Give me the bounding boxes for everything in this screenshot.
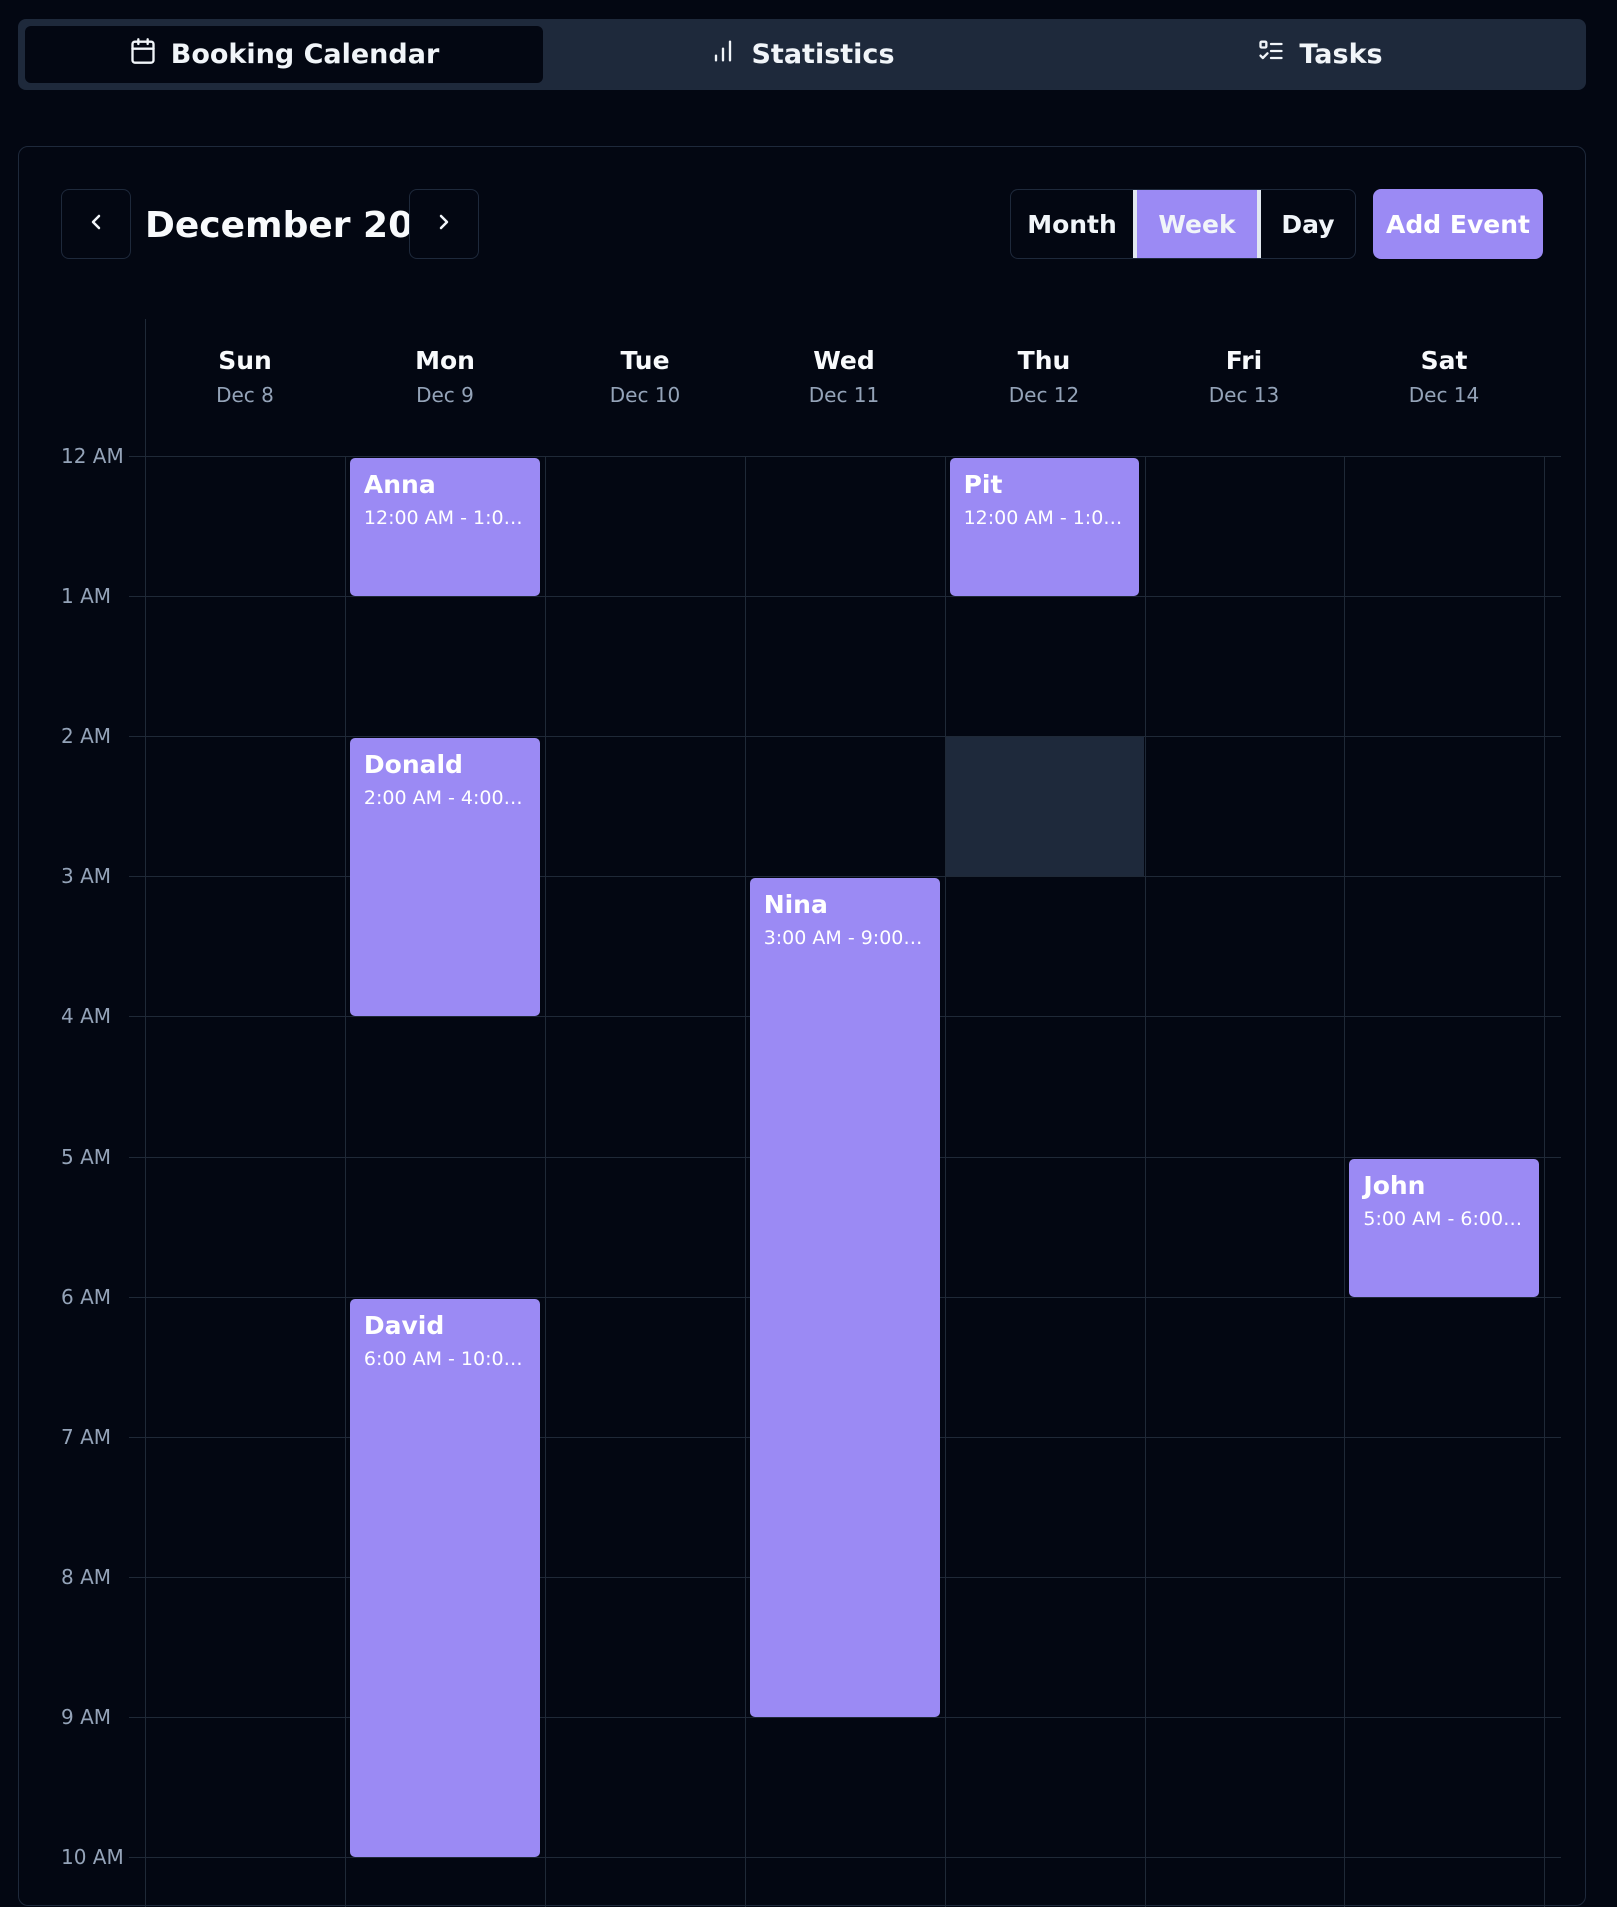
week-view-button[interactable]: Week bbox=[1137, 190, 1261, 258]
day-header-fri: Fri Dec 13 bbox=[1144, 346, 1344, 407]
event-card[interactable]: Pit 12:00 AM - 1:00... bbox=[949, 458, 1140, 597]
month-view-button[interactable]: Month bbox=[1011, 190, 1137, 258]
day-name: Tue bbox=[620, 346, 670, 375]
event-card[interactable]: Anna 12:00 AM - 1:00... bbox=[349, 458, 540, 597]
day-column-divider bbox=[544, 456, 546, 1907]
hour-tick bbox=[129, 1016, 145, 1018]
event-name: John bbox=[1363, 1170, 1426, 1200]
event-time: 12:00 AM - 1:00... bbox=[363, 507, 526, 529]
calendar-card: December 2024 Month Week Day Add Event S… bbox=[18, 146, 1586, 1907]
hour-tick bbox=[129, 1716, 145, 1718]
day-view-button[interactable]: Day bbox=[1261, 190, 1355, 258]
day-date: Dec 8 bbox=[216, 383, 274, 407]
day-date: Dec 10 bbox=[609, 383, 681, 407]
event-time: 3:00 AM - 9:00 ... bbox=[763, 927, 926, 950]
day-column-divider bbox=[744, 456, 746, 1907]
main-tabs: Booking Calendar Statistics Tasks bbox=[18, 19, 1586, 90]
day-date: Dec 11 bbox=[808, 383, 880, 407]
hour-line bbox=[145, 596, 1561, 598]
hour-tick bbox=[129, 736, 145, 738]
day-name: Sat bbox=[1420, 346, 1468, 375]
day-header-tue: Tue Dec 10 bbox=[545, 346, 745, 407]
hour-line bbox=[145, 1857, 1561, 1858]
day-date: Dec 9 bbox=[416, 383, 474, 407]
day-date: Dec 13 bbox=[1208, 383, 1280, 407]
time-label: 2 AM bbox=[61, 724, 112, 749]
day-column-divider bbox=[1144, 456, 1146, 1907]
prev-week-button[interactable] bbox=[61, 189, 131, 259]
hour-line bbox=[145, 736, 1561, 738]
add-event-button[interactable]: Add Event bbox=[1373, 189, 1543, 259]
chevron-left-icon bbox=[84, 210, 108, 238]
day-name: Fri bbox=[1225, 346, 1263, 375]
tab-label: Tasks bbox=[1299, 39, 1383, 70]
day-header-mon: Mon Dec 9 bbox=[345, 346, 545, 407]
tab-label: Booking Calendar bbox=[170, 39, 440, 70]
day-column-divider bbox=[1544, 456, 1546, 1907]
day-header-wed: Wed Dec 11 bbox=[744, 346, 944, 407]
time-label: 1 AM bbox=[61, 584, 112, 609]
tab-statistics[interactable]: Statistics bbox=[543, 26, 1061, 83]
day-date: Dec 14 bbox=[1408, 383, 1480, 407]
list-checks-icon bbox=[1257, 37, 1285, 72]
hour-tick bbox=[129, 1576, 145, 1578]
event-name: Nina bbox=[763, 890, 828, 920]
day-date: Dec 12 bbox=[1008, 383, 1080, 407]
next-week-button[interactable] bbox=[409, 189, 479, 259]
day-column-divider bbox=[944, 456, 946, 1907]
event-time: 2:00 AM - 4:00 ... bbox=[363, 787, 526, 810]
selected-time-slot[interactable] bbox=[945, 737, 1145, 877]
day-column-divider bbox=[1344, 456, 1346, 1907]
view-switcher: Month Week Day bbox=[1010, 189, 1356, 259]
day-header-thu: Thu Dec 12 bbox=[944, 346, 1144, 407]
calendar-icon bbox=[129, 37, 157, 72]
day-header-sat: Sat Dec 14 bbox=[1344, 346, 1544, 407]
time-label: 4 AM bbox=[61, 1004, 112, 1029]
event-card[interactable]: John 5:00 AM - 6:00 ... bbox=[1349, 1158, 1540, 1297]
event-name: David bbox=[363, 1310, 445, 1340]
event-name: Anna bbox=[363, 470, 436, 499]
event-name: Donald bbox=[363, 750, 463, 780]
hour-tick bbox=[129, 876, 145, 878]
hour-tick bbox=[129, 596, 145, 598]
event-name: Pit bbox=[963, 470, 1003, 499]
day-column-divider bbox=[344, 456, 346, 1907]
time-label: 5 AM bbox=[61, 1144, 112, 1169]
chevron-right-icon bbox=[432, 210, 456, 238]
time-label: 3 AM bbox=[61, 864, 112, 889]
event-time: 5:00 AM - 6:00 ... bbox=[1363, 1207, 1526, 1230]
tab-label: Statistics bbox=[751, 39, 895, 70]
event-card[interactable]: David 6:00 AM - 10:00... bbox=[349, 1298, 540, 1857]
event-card[interactable]: Nina 3:00 AM - 9:00 ... bbox=[749, 878, 940, 1717]
tab-booking-calendar[interactable]: Booking Calendar bbox=[25, 26, 543, 83]
hour-tick bbox=[129, 1156, 145, 1158]
time-label: 6 AM bbox=[61, 1284, 112, 1309]
bar-chart-icon bbox=[709, 37, 737, 72]
hour-line bbox=[145, 456, 1561, 457]
day-name: Sun bbox=[218, 346, 272, 375]
hour-tick bbox=[129, 1296, 145, 1298]
day-header-sun: Sun Dec 8 bbox=[145, 346, 345, 407]
hour-tick bbox=[129, 1436, 145, 1438]
day-name: Mon bbox=[415, 346, 475, 375]
time-label: 7 AM bbox=[61, 1424, 112, 1449]
time-label: 8 AM bbox=[61, 1564, 112, 1589]
tab-tasks[interactable]: Tasks bbox=[1061, 26, 1579, 83]
event-time: 6:00 AM - 10:00... bbox=[363, 1347, 526, 1370]
day-name: Thu bbox=[1017, 346, 1071, 375]
time-label: 12 AM bbox=[61, 444, 124, 468]
time-label: 9 AM bbox=[61, 1704, 112, 1729]
time-label: 10 AM bbox=[61, 1845, 124, 1869]
hour-tick bbox=[129, 456, 145, 457]
event-card[interactable]: Donald 2:00 AM - 4:00 ... bbox=[349, 738, 540, 1017]
event-time: 12:00 AM - 1:00... bbox=[963, 507, 1126, 529]
day-name: Wed bbox=[813, 346, 875, 375]
hour-tick bbox=[129, 1857, 145, 1858]
day-column-divider bbox=[145, 319, 146, 1907]
